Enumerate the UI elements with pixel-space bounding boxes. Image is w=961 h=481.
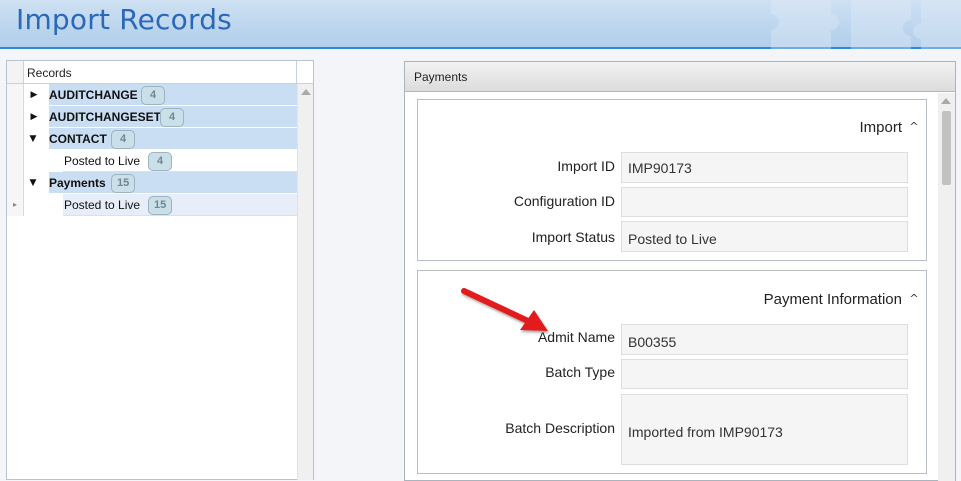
tree-row-label: Payments (49, 176, 106, 190)
count-badge: 15 (111, 174, 136, 193)
batch-description-label: Batch Description (505, 420, 615, 436)
puzzle-decoration-icon (771, 0, 961, 49)
tree-column-header: Records (27, 66, 72, 80)
batch-description-field[interactable]: Imported from IMP90173 (621, 394, 908, 465)
tree-row-label: Posted to Live (64, 154, 141, 168)
configuration-id-field[interactable] (621, 187, 908, 217)
tree-header-gutter (7, 61, 24, 83)
tree-row-payments-posted[interactable]: ▸ Posted to Live 15 (7, 194, 297, 216)
row-gutter (7, 106, 24, 128)
import-section: Import ^ Import ID IMP90173 Configuratio… (417, 99, 927, 261)
count-badge: 4 (160, 108, 184, 127)
row-gutter (7, 84, 24, 106)
page-title: Import Records (16, 3, 232, 36)
import-status-field[interactable]: Posted to Live (621, 221, 908, 252)
row-gutter (7, 172, 24, 194)
red-pointer-arrow (461, 288, 548, 331)
current-row-indicator-icon: ▸ (7, 194, 24, 216)
payments-header: Payments (405, 62, 955, 92)
count-badge: 4 (148, 152, 172, 171)
scroll-up-icon[interactable] (941, 98, 951, 104)
page-header: Import Records (0, 0, 961, 49)
admit-name-field[interactable]: B00355 (621, 324, 908, 355)
count-badge: 15 (148, 196, 173, 215)
tree-row-label: AUDITCHANGE (49, 88, 138, 102)
tree-row-auditchangeset[interactable]: ▶ AUDITCHANGESET 4 (7, 106, 297, 128)
tree-header: Records (7, 61, 313, 84)
row-gutter (7, 128, 24, 150)
scroll-thumb[interactable] (942, 111, 951, 185)
collapse-arrow-icon[interactable]: ▼ (27, 128, 39, 150)
tree-scrollbar[interactable] (297, 84, 313, 480)
count-badge: 4 (111, 130, 135, 149)
payment-information-title[interactable]: Payment Information (764, 291, 902, 308)
chevron-up-icon[interactable]: ^ (908, 120, 920, 133)
import-status-label: Import Status (531, 229, 615, 245)
tree-row-contact-posted[interactable]: Posted to Live 4 (7, 150, 297, 172)
import-id-field[interactable]: IMP90173 (621, 152, 908, 183)
tree-row-contact[interactable]: ▼ CONTACT 4 (7, 128, 297, 150)
row-gutter (7, 150, 24, 172)
payments-title: Payments (414, 70, 468, 84)
import-section-title[interactable]: Import (859, 119, 902, 136)
chevron-up-icon[interactable]: ^ (908, 292, 920, 305)
tree-row-label: AUDITCHANGESET (49, 110, 162, 124)
batch-type-label: Batch Type (545, 364, 615, 380)
collapse-arrow-icon[interactable]: ▼ (27, 172, 39, 194)
configuration-id-label: Configuration ID (513, 193, 615, 209)
payments-scrollbar[interactable] (938, 93, 955, 481)
expand-arrow-icon[interactable]: ▶ (28, 84, 40, 106)
tree-row-auditchange[interactable]: ▶ AUDITCHANGE 4 (7, 84, 297, 106)
tree-row-label: Posted to Live (64, 198, 141, 212)
import-id-label: Import ID (557, 158, 615, 174)
expand-arrow-icon[interactable]: ▶ (28, 106, 40, 128)
payments-panel: Payments Import ^ Import ID IMP90173 Con… (404, 61, 956, 481)
tree-row-label: CONTACT (49, 132, 107, 146)
tree-header-separator (296, 61, 297, 83)
count-badge: 4 (141, 86, 165, 105)
scroll-up-icon[interactable] (301, 89, 311, 95)
batch-type-field[interactable] (621, 359, 908, 389)
records-tree: Records ▶ AUDITCHANGE 4 ▶ AUDITCHANGESET… (6, 60, 314, 480)
tree-row-payments[interactable]: ▼ Payments 15 (7, 172, 297, 194)
